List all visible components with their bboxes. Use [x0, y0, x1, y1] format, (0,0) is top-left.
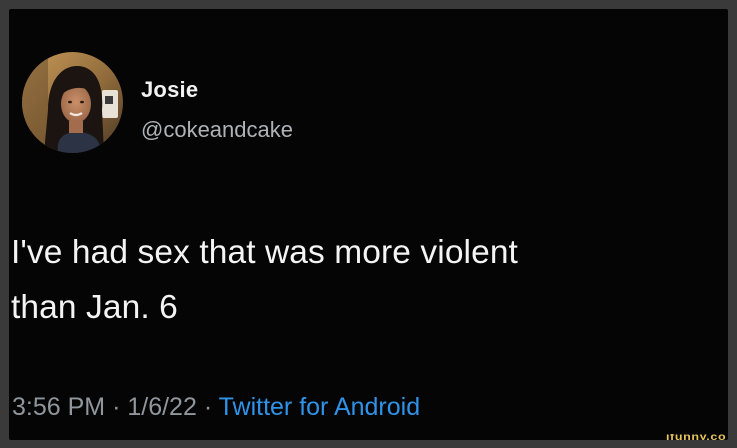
- tweet-source-link[interactable]: Twitter for Android: [219, 393, 420, 421]
- meta-separator: ·: [112, 393, 121, 421]
- display-name[interactable]: Josie: [141, 77, 198, 103]
- profile-photo: [22, 52, 123, 153]
- user-handle[interactable]: @cokeandcake: [141, 117, 293, 143]
- tweet-metadata: 3:56 PM · 1/6/22 · Twitter for Android: [12, 393, 420, 422]
- watermark: ifunny.co: [665, 434, 726, 440]
- tweet-date[interactable]: 1/6/22: [127, 393, 197, 421]
- tweet-text: I've had sex that was more violent than …: [11, 234, 518, 326]
- avatar[interactable]: [22, 52, 123, 153]
- tweet-time[interactable]: 3:56 PM: [12, 393, 105, 421]
- meta-separator: ·: [203, 393, 213, 421]
- tweet-card: Josie @cokeandcake I've had sex that was…: [9, 9, 728, 440]
